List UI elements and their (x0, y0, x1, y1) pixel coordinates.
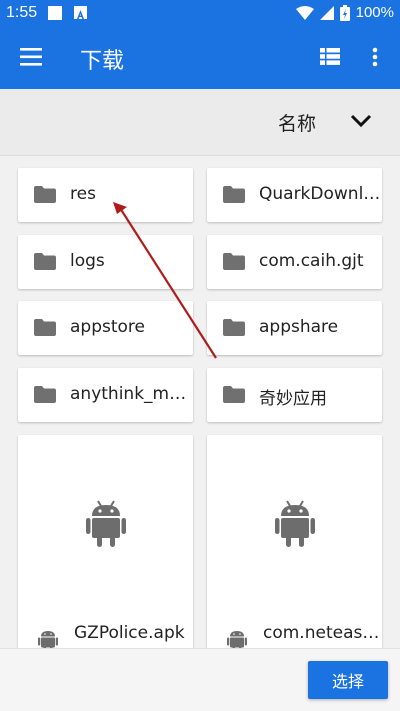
wifi-icon (295, 5, 314, 20)
folder-item[interactable]: res (18, 168, 193, 222)
folder-item[interactable]: QuarkDownl… (207, 168, 382, 222)
folder-icon (223, 386, 245, 407)
status-right: 100% (295, 4, 394, 21)
select-button[interactable]: 选择 (308, 661, 388, 699)
bottom-bar: 选择 (0, 648, 400, 711)
folder-item[interactable]: com.caih.gjt (207, 235, 382, 289)
file-item[interactable]: GZPolice.apk (18, 435, 193, 675)
notification-square-icon (48, 6, 62, 20)
battery-icon (339, 4, 350, 21)
folder-name: logs (70, 251, 105, 271)
folder-name: appstore (70, 317, 145, 337)
file-name: com.neteas… (263, 623, 380, 643)
folder-icon (223, 319, 245, 340)
app-bar: 下载 (0, 27, 400, 89)
folder-name: QuarkDownl… (259, 184, 381, 204)
android-icon (275, 499, 315, 551)
folder-name: appshare (259, 317, 339, 337)
status-time: 1:55 (6, 4, 38, 21)
folder-name: com.caih.gjt (259, 251, 364, 271)
folder-icon (34, 386, 56, 407)
folder-icon (34, 253, 56, 274)
list-view-icon[interactable] (320, 48, 340, 69)
sort-label[interactable]: 名称 (278, 109, 316, 136)
folder-icon (223, 253, 245, 274)
folder-icon (223, 186, 245, 207)
folder-item[interactable]: appstore (18, 301, 193, 355)
notification-a-icon (74, 6, 87, 19)
folder-name: anythink_m… (70, 384, 187, 404)
status-bar: 1:55 100% (0, 0, 400, 27)
file-item[interactable]: com.neteas… (207, 435, 382, 675)
folder-item[interactable]: 奇妙应用 (207, 368, 382, 422)
android-icon (86, 499, 126, 551)
battery-percent: 100% (355, 4, 394, 21)
file-name: GZPolice.apk (74, 623, 185, 643)
folder-item[interactable]: appshare (207, 301, 382, 355)
menu-icon[interactable] (20, 48, 42, 70)
folder-item[interactable]: logs (18, 235, 193, 289)
signal-icon (319, 5, 334, 20)
page-title: 下载 (80, 49, 125, 74)
more-options-icon[interactable] (372, 47, 378, 71)
chevron-down-icon[interactable] (350, 113, 372, 132)
folder-name: res (70, 184, 96, 204)
folder-name: 奇妙应用 (259, 389, 327, 409)
folder-item[interactable]: anythink_m… (18, 368, 193, 422)
folder-icon (34, 186, 56, 207)
folder-icon (34, 319, 56, 340)
sort-bar: 名称 (0, 89, 400, 156)
